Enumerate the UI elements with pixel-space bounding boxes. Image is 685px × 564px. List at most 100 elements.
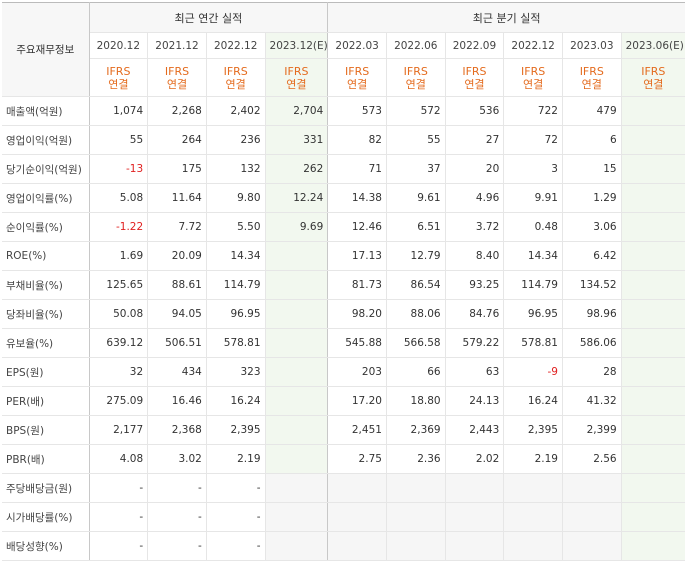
table-cell (265, 299, 329, 329)
period-header: 2022.03 (327, 32, 387, 59)
table-cell: 41.32 (562, 386, 622, 416)
table-cell: 9.91 (503, 183, 563, 213)
table-cell: 4.08 (89, 444, 149, 474)
table-cell: 203 (327, 357, 387, 387)
table-cell: 14.34 (206, 241, 266, 271)
row-label: PBR(배) (2, 444, 90, 474)
table-cell: 2,395 (503, 415, 563, 445)
row-label: 당좌비율(%) (2, 299, 90, 329)
table-cell (265, 328, 329, 358)
table-cell (621, 415, 685, 445)
table-cell (386, 531, 446, 561)
ifrs-label: IFRS (403, 64, 428, 78)
consolidated-label: 연결 (108, 77, 129, 91)
table-row: 시가배당률(%) - - - (2, 502, 685, 532)
ifrs-basis-header: IFRS 연결 (206, 58, 266, 97)
table-cell: 3.72 (445, 212, 505, 242)
table-cell (562, 531, 622, 561)
table-cell: 63 (445, 357, 505, 387)
table-cell (621, 444, 685, 474)
table-cell: 2,704 (265, 96, 329, 126)
table-cell: 28 (562, 357, 622, 387)
table-cell: 8.40 (445, 241, 505, 271)
table-cell (445, 531, 505, 561)
ifrs-label: IFRS (641, 64, 666, 78)
table-cell: 2.19 (206, 444, 266, 474)
table-cell: 639.12 (89, 328, 149, 358)
table-cell: 88.61 (147, 270, 207, 300)
table-cell: -13 (89, 154, 149, 184)
table-cell: 2.19 (503, 444, 563, 474)
table-cell: 175 (147, 154, 207, 184)
table-cell: 72 (503, 125, 563, 155)
table-cell: 3 (503, 154, 563, 184)
table-cell: 32 (89, 357, 149, 387)
table-cell: 1,074 (89, 96, 149, 126)
table-cell: 434 (147, 357, 207, 387)
table-cell: 82 (327, 125, 387, 155)
table-cell: - (206, 531, 266, 561)
row-label: 영업이익률(%) (2, 183, 90, 213)
ifrs-basis-header: IFRS 연결 (386, 58, 446, 97)
table-cell (265, 415, 329, 445)
table-cell: - (147, 531, 207, 561)
table-cell: 3.06 (562, 212, 622, 242)
table-cell (621, 241, 685, 271)
consolidated-label: 연결 (581, 77, 602, 91)
table-cell: 2.02 (445, 444, 505, 474)
table-row: PBR(배) 4.08 3.02 2.19 2.75 2.36 2.02 2.19 2.56 (2, 444, 685, 474)
table-row: 영업이익(억원) 55 264 236 331 82 55 27 72 6 (2, 125, 685, 155)
row-label: BPS(원) (2, 415, 90, 445)
table-cell: 506.51 (147, 328, 207, 358)
table-cell (621, 154, 685, 184)
ifrs-header-row: IFRS 연결 IFRS 연결 IFRS 연결 IFRS 연결 IFRS 연결 IFRS 연결 IFRS… (2, 58, 685, 97)
consolidated-label: 연결 (405, 77, 426, 91)
table-cell: 9.69 (265, 212, 329, 242)
table-cell (327, 531, 387, 561)
period-header: 2022.12 (206, 32, 266, 59)
ifrs-basis-header: IFRS 연결 (445, 58, 505, 97)
row-label: 유보율(%) (2, 328, 90, 358)
table-row: ROE(%) 1.69 20.09 14.34 17.13 12.79 8.40 14.34 6… (2, 241, 685, 271)
table-cell (621, 531, 685, 561)
ifrs-label: IFRS (579, 64, 604, 78)
row-label: 당기순이익(억원) (2, 154, 90, 184)
table-cell: 536 (445, 96, 505, 126)
table-cell: 262 (265, 154, 329, 184)
table-cell: 55 (89, 125, 149, 155)
table-cell: - (89, 531, 149, 561)
table-cell: - (89, 502, 149, 532)
table-cell: 331 (265, 125, 329, 155)
table-cell: 722 (503, 96, 563, 126)
table-row: 유보율(%) 639.12 506.51 578.81 545.88 566.58 579.… (2, 328, 685, 358)
ifrs-label: IFRS (284, 64, 309, 78)
table-cell: - (147, 473, 207, 503)
table-cell: 572 (386, 96, 446, 126)
ifrs-basis-header: IFRS 연결 (147, 58, 207, 97)
period-header: 2022.09 (445, 32, 505, 59)
period-header: 2023.12(E) (265, 32, 329, 59)
table-cell: 2.36 (386, 444, 446, 474)
table-cell (265, 241, 329, 271)
table-cell: 81.73 (327, 270, 387, 300)
table-cell: 578.81 (503, 328, 563, 358)
table-cell: 4.96 (445, 183, 505, 213)
table-cell (503, 531, 563, 561)
table-cell: 2,399 (562, 415, 622, 445)
table-cell: 579.22 (445, 328, 505, 358)
table-row: 당좌비율(%) 50.08 94.05 96.95 98.20 88.06 84.76 96.… (2, 299, 685, 329)
table-cell: 479 (562, 96, 622, 126)
ifrs-label: IFRS (462, 64, 487, 78)
table-cell: 2.75 (327, 444, 387, 474)
table-cell: -1.22 (89, 212, 149, 242)
ifrs-basis-header: IFRS 연결 (265, 58, 329, 97)
table-cell (386, 473, 446, 503)
table-cell (265, 502, 329, 532)
table-cell (621, 473, 685, 503)
consolidated-label: 연결 (522, 77, 544, 91)
table-cell (327, 473, 387, 503)
table-cell: 3.02 (147, 444, 207, 474)
row-label: 순이익률(%) (2, 212, 90, 242)
table-cell (265, 473, 329, 503)
table-cell: 2,395 (206, 415, 266, 445)
